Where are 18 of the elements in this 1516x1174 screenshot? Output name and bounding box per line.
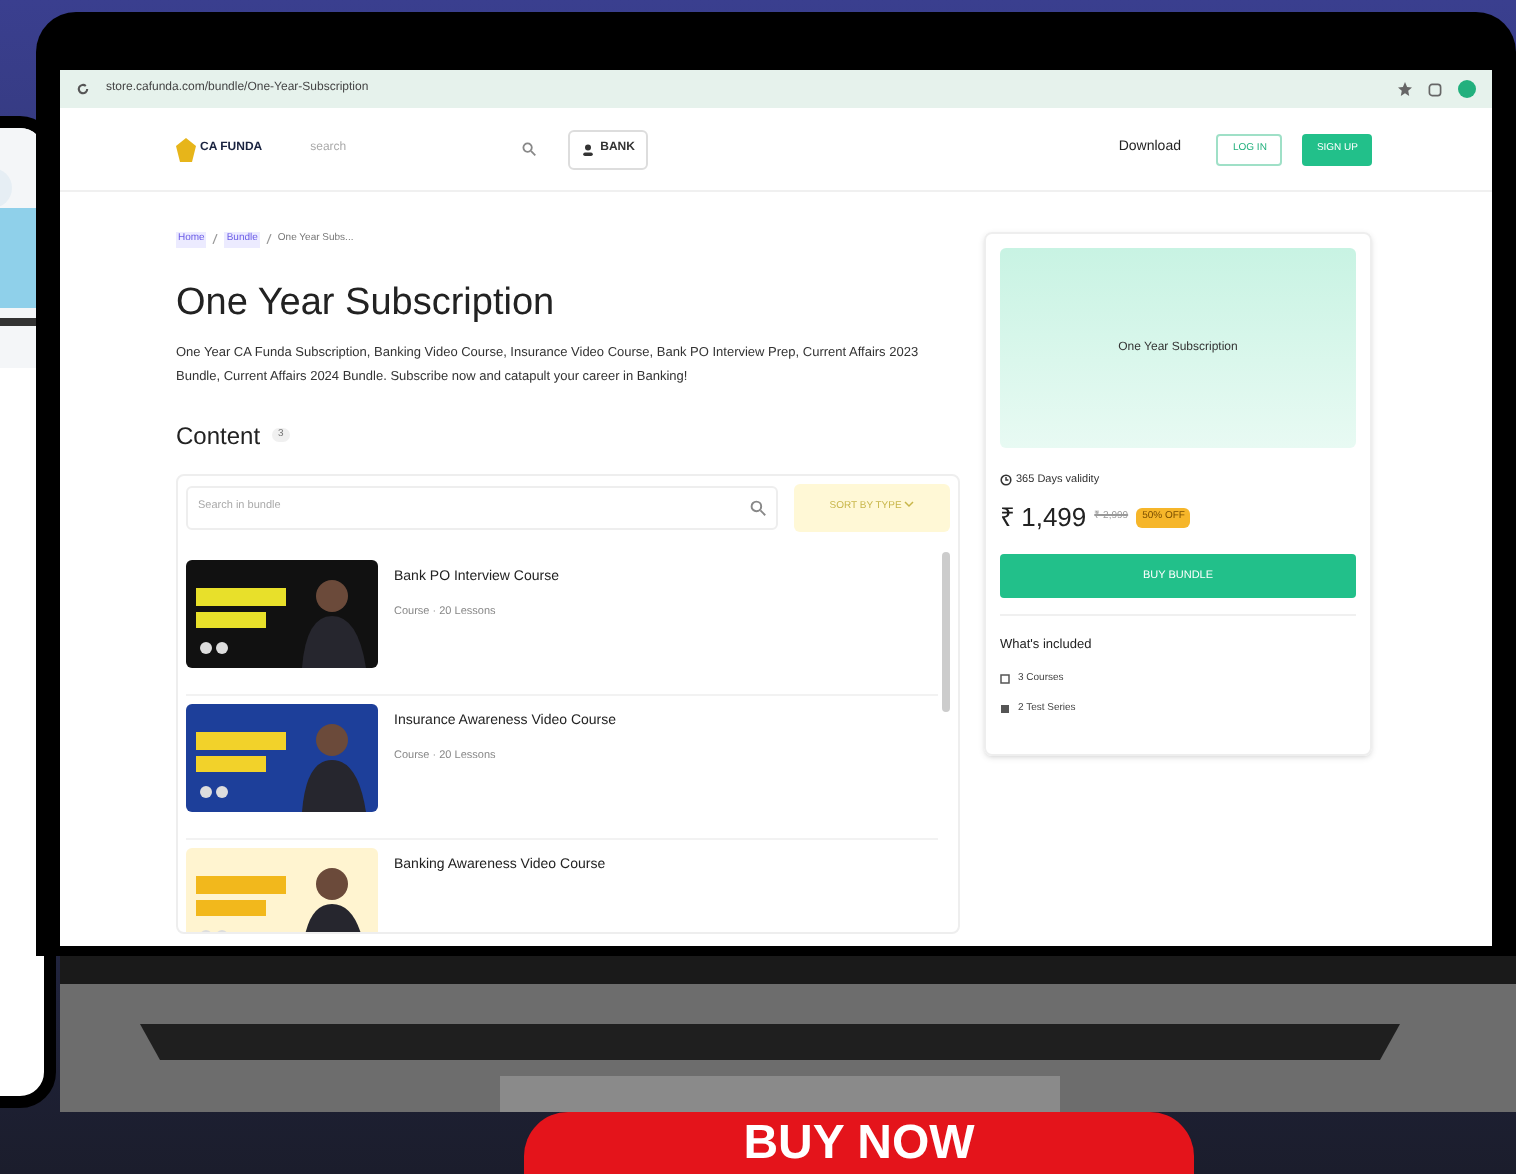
extension-icon[interactable] xyxy=(1428,81,1442,97)
user-icon xyxy=(582,143,595,155)
reload-icon[interactable] xyxy=(76,82,90,96)
book-icon xyxy=(1000,673,1010,684)
content-heading: Content xyxy=(176,419,261,453)
document-icon xyxy=(1000,704,1010,715)
logo-icon xyxy=(176,137,196,161)
separator-icon xyxy=(265,234,272,245)
clock-icon xyxy=(1000,474,1012,487)
price-text: ₹ 1,499 xyxy=(1000,500,1087,537)
search-icon xyxy=(522,142,537,156)
separator-icon xyxy=(212,234,219,245)
chevron-icon xyxy=(904,500,915,509)
search-icon xyxy=(750,499,766,515)
scrollbar[interactable] xyxy=(942,551,950,711)
buy-now-button[interactable]: BUY NOW xyxy=(524,1112,1194,1174)
star-icon[interactable] xyxy=(1398,82,1412,96)
page-title: One Year Subscription xyxy=(176,283,557,321)
